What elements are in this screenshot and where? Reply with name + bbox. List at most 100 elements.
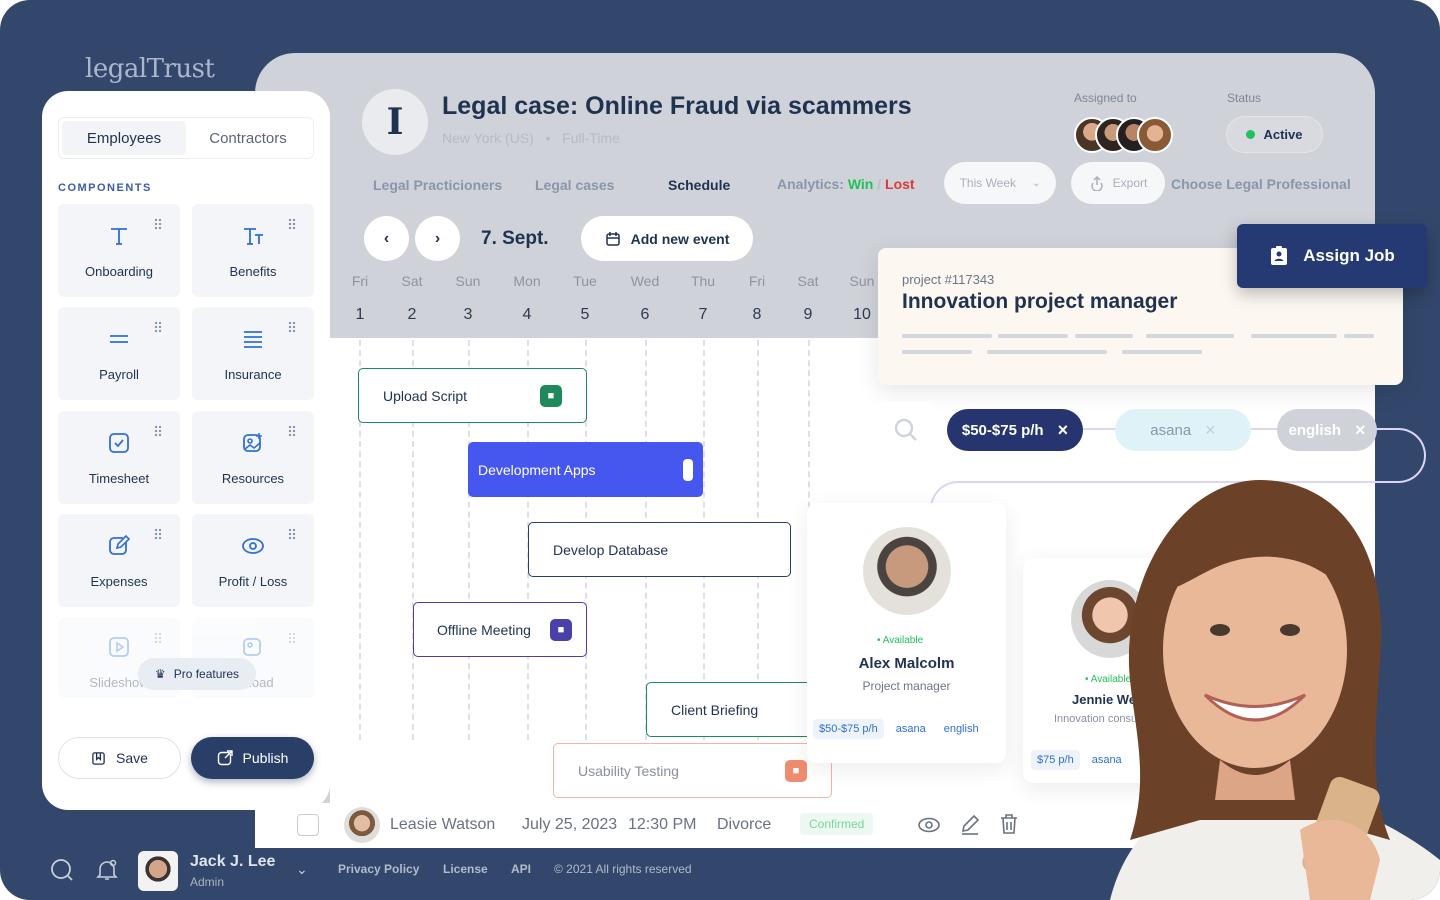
- component-onboarding[interactable]: Onboarding: [58, 204, 180, 297]
- close-icon[interactable]: ×: [1205, 420, 1216, 441]
- day-column[interactable]: Sun 10: [842, 273, 882, 324]
- day-column[interactable]: Wed 6: [625, 273, 665, 324]
- row-checkbox[interactable]: [297, 814, 319, 836]
- chevron-right-icon: ›: [434, 229, 441, 247]
- segment-contractors[interactable]: Contractors: [186, 121, 310, 155]
- day-column[interactable]: Fri 1: [340, 273, 380, 324]
- drag-handle-icon[interactable]: [683, 458, 693, 481]
- user-menu-chevron-icon[interactable]: ⌄: [296, 861, 308, 878]
- component-benefits[interactable]: Benefits: [192, 204, 314, 297]
- placeholder-line: [1122, 350, 1202, 354]
- segment-control[interactable]: Employees Contractors: [58, 117, 314, 159]
- assign-job-button[interactable]: Assign Job: [1237, 224, 1427, 288]
- filter-chip-rate[interactable]: $50-$75 p/h ×: [947, 409, 1083, 451]
- drag-grip-icon: [154, 632, 162, 644]
- connector-line: [1250, 428, 1280, 430]
- day-column[interactable]: Fri 8: [737, 273, 777, 324]
- play-icon: [105, 633, 133, 661]
- next-week-button[interactable]: ›: [415, 216, 460, 261]
- task-upload-script[interactable]: Upload Script ■: [358, 368, 587, 423]
- trash-icon[interactable]: [999, 813, 1019, 835]
- placeholder-line: [987, 350, 1107, 354]
- bell-icon[interactable]: [95, 858, 119, 882]
- publish-button[interactable]: Publish: [191, 737, 314, 779]
- professional-photo: [1070, 460, 1440, 900]
- day-column[interactable]: Tue 5: [565, 273, 605, 324]
- external-link-icon: [217, 750, 233, 766]
- day-column[interactable]: Sat 9: [788, 273, 828, 324]
- eye-icon[interactable]: [917, 815, 941, 835]
- footer-api-link[interactable]: API: [511, 862, 531, 876]
- footer-privacy-link[interactable]: Privacy Policy: [338, 862, 419, 876]
- component-resources[interactable]: Resources: [192, 411, 314, 504]
- task-development-apps[interactable]: Development Apps: [468, 442, 703, 497]
- crown-icon: ♛: [154, 667, 166, 681]
- placeholder-line: [902, 334, 992, 338]
- close-icon[interactable]: ×: [1355, 420, 1366, 441]
- drag-grip-icon[interactable]: [288, 321, 296, 333]
- components-heading: COMPONENTS: [58, 182, 152, 194]
- appointment-category: Divorce: [717, 816, 772, 833]
- appointment-date: July 25, 2023: [522, 816, 618, 833]
- day-column[interactable]: Mon 4: [507, 273, 547, 324]
- component-payroll[interactable]: Payroll: [58, 307, 180, 400]
- component-profit-loss[interactable]: Profit / Loss: [192, 514, 314, 607]
- status-badge: Confirmed: [800, 813, 874, 835]
- add-event-button[interactable]: Add new event: [581, 216, 753, 261]
- task-develop-database[interactable]: Develop Database: [528, 522, 791, 577]
- task-usability-testing[interactable]: Usability Testing ■: [553, 743, 832, 798]
- case-subtitle: New York (US) • Full-Time: [442, 130, 620, 146]
- drag-grip-icon[interactable]: [288, 528, 296, 540]
- task-offline-meeting[interactable]: Offline Meeting ■: [413, 602, 587, 657]
- appointment-time: 12:30 PM: [628, 816, 697, 833]
- profile-card-alex[interactable]: • Available Alex Malcolm Project manager…: [807, 503, 1006, 763]
- day-column[interactable]: Thu 7: [683, 273, 723, 324]
- filter-chip-english[interactable]: english ×: [1277, 409, 1377, 451]
- avatar[interactable]: [1137, 117, 1173, 153]
- segment-employees[interactable]: Employees: [62, 121, 186, 155]
- drag-grip-icon[interactable]: [154, 528, 162, 540]
- calendar-icon: [605, 231, 620, 246]
- footer-license-link[interactable]: License: [443, 862, 488, 876]
- drag-grip-icon[interactable]: [154, 218, 162, 230]
- day-column[interactable]: Sun 3: [448, 273, 488, 324]
- drag-grip-icon[interactable]: [154, 425, 162, 437]
- search-icon[interactable]: [50, 858, 74, 882]
- profile-name: Alex Malcolm: [858, 655, 955, 672]
- search-button[interactable]: [878, 402, 934, 458]
- component-timesheet[interactable]: Timesheet: [58, 411, 180, 504]
- tab-legal-cases[interactable]: Legal cases: [535, 177, 614, 193]
- tab-analytics[interactable]: Analytics: Win / Lost: [777, 176, 915, 192]
- week-select[interactable]: This Week ⌄: [944, 162, 1056, 204]
- tab-legal-practicioners[interactable]: Legal Practicioners: [373, 177, 502, 193]
- edit-icon: [105, 532, 133, 560]
- pencil-icon[interactable]: [959, 813, 981, 835]
- app-frame: legalTrust I Legal case: Online Fraud vi…: [0, 0, 1440, 900]
- choose-legal-professional[interactable]: Choose Legal Professional: [1171, 176, 1351, 192]
- day-column[interactable]: Sat 2: [392, 273, 432, 324]
- component-insurance[interactable]: Insurance: [192, 307, 314, 400]
- export-button[interactable]: Export: [1071, 162, 1165, 204]
- task-client-briefing[interactable]: Client Briefing: [646, 682, 816, 737]
- status-badge[interactable]: Active: [1226, 116, 1323, 153]
- placeholder-line: [1344, 334, 1374, 338]
- placeholder-line: [1251, 334, 1337, 338]
- prev-week-button[interactable]: ‹: [364, 216, 409, 261]
- avatar[interactable]: [138, 851, 178, 891]
- save-button[interactable]: Save: [58, 737, 181, 779]
- text-icon: [105, 222, 133, 250]
- connector-line: [1080, 428, 1120, 430]
- drag-grip-icon[interactable]: [288, 218, 296, 230]
- pro-features-badge[interactable]: ♛ Pro features: [138, 658, 256, 690]
- avatar: [344, 807, 380, 843]
- component-expenses[interactable]: Expenses: [58, 514, 180, 607]
- filter-chip-asana[interactable]: asana ×: [1115, 409, 1251, 451]
- bookmark-icon: [92, 751, 105, 765]
- close-icon[interactable]: ×: [1058, 420, 1069, 441]
- drag-grip-icon[interactable]: [288, 425, 296, 437]
- tab-schedule[interactable]: Schedule: [668, 177, 730, 193]
- appointment-name: Leasie Watson: [390, 816, 496, 833]
- drag-grip-icon[interactable]: [154, 321, 162, 333]
- project-id: project #117343: [902, 272, 995, 287]
- appointment-row[interactable]: Leasie Watson July 25, 2023 12:30 PM Div…: [255, 803, 1075, 848]
